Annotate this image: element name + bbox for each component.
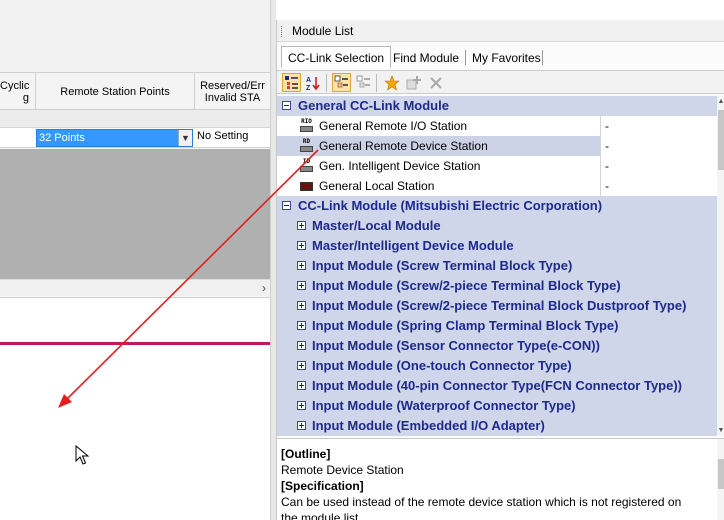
category-view-icon[interactable] [282, 73, 301, 92]
collapse-toggle-icon[interactable] [282, 201, 291, 210]
tree-subcategory[interactable]: Master/Intelligent Device Module [277, 236, 717, 256]
tree-vertical-scrollbar[interactable]: ▲ ▼ [717, 96, 724, 436]
tab-my-favorites[interactable]: My Favorites [465, 46, 548, 68]
tab-separator [542, 50, 543, 65]
module-item-intelligent-device[interactable]: ID Gen. Intelligent Device Station - [277, 156, 717, 176]
grid-header: Cyclic g Remote Station Points Reserved/… [0, 72, 270, 111]
favorite-star-icon[interactable] [382, 73, 401, 92]
expand-toggle-icon[interactable] [297, 421, 306, 430]
module-tree[interactable]: General CC-Link Module RIO General Remot… [277, 96, 717, 436]
sort-az-icon[interactable]: AZ [304, 73, 323, 92]
chevron-down-icon[interactable]: ▼ [178, 130, 192, 146]
tree-subcategory[interactable]: Master/Local Module [277, 216, 717, 236]
tab-bar: CC-Link Selection Find Module My Favorit… [277, 46, 724, 68]
expand-toggle-icon[interactable] [297, 401, 306, 410]
col-header-cyclic[interactable]: Cyclic g [0, 73, 36, 111]
outline-header: [Outline] [281, 447, 331, 461]
expand-toggle-icon[interactable] [297, 321, 306, 330]
spec-text: Can be used instead of the remote device… [281, 495, 682, 509]
tree-subcategory[interactable]: Input Module (Screw/2-piece Terminal Blo… [277, 276, 717, 296]
module-item-remote-device[interactable]: RD General Remote Device Station - [277, 136, 717, 156]
network-config-grid-pane: Cyclic g Remote Station Points Reserved/… [0, 0, 272, 520]
tree-subcategory[interactable]: Input Module (One-touch Connector Type) [277, 356, 717, 376]
collapse-icon[interactable] [354, 73, 373, 92]
toolbar-separator [326, 74, 327, 92]
tree-subcategory[interactable]: Input Module (Screw/2-piece Terminal Blo… [277, 296, 717, 316]
expand-toggle-icon[interactable] [297, 261, 306, 270]
tree-subcategory[interactable]: Input Module (Screw Terminal Block Type) [277, 256, 717, 276]
expand-toggle-icon[interactable] [297, 341, 306, 350]
module-item-local-station[interactable]: General Local Station - [277, 176, 717, 196]
remote-station-points-select[interactable]: 32 Points ▼ [36, 129, 193, 147]
collapse-toggle-icon[interactable] [282, 101, 291, 110]
local-station-module-icon [299, 179, 314, 193]
grid-subheader [0, 110, 270, 128]
grid-top-area [0, 0, 272, 72]
scroll-right-icon[interactable]: › [262, 281, 266, 295]
tab-find-module[interactable]: Find Module [386, 46, 466, 68]
panel-title: Module List [292, 24, 354, 38]
panel-title-bar[interactable]: Module List [277, 20, 724, 42]
expand-toggle-icon[interactable] [297, 221, 306, 230]
tree-subcategory[interactable]: Input Module (Waterproof Connector Type) [277, 396, 717, 416]
scroll-down-icon[interactable]: ▼ [717, 427, 724, 434]
intelligent-device-module-icon: ID [299, 159, 314, 173]
grip-icon[interactable] [281, 26, 284, 37]
add-favorite-icon[interactable] [404, 73, 423, 92]
scroll-up-icon[interactable]: ▲ [717, 98, 724, 105]
expand-icon[interactable] [332, 73, 351, 92]
module-list-toolbar: AZ [277, 70, 724, 94]
scroll-thumb[interactable] [718, 110, 724, 170]
spec-header: [Specification] [281, 479, 364, 493]
spec-text-continued: the module list. [281, 511, 362, 520]
expand-toggle-icon[interactable] [297, 301, 306, 310]
tree-category-general-cc-link[interactable]: General CC-Link Module [277, 96, 717, 116]
reserved-cell[interactable]: No Setting [197, 130, 248, 142]
expand-toggle-icon[interactable] [297, 241, 306, 250]
expand-toggle-icon[interactable] [297, 281, 306, 290]
tree-category-mitsubishi[interactable]: CC-Link Module (Mitsubishi Electric Corp… [277, 196, 717, 216]
network-diagram-area[interactable] [0, 297, 270, 520]
module-description: [Outline] Remote Device Station [Specifi… [277, 438, 724, 520]
delete-icon[interactable] [426, 73, 445, 92]
col-header-reserved[interactable]: Reserved/Err Invalid STA [195, 73, 270, 111]
tree-subcategory[interactable]: Input Module (40-pin Connector Type(FCN … [277, 376, 717, 396]
remote-device-module-icon: RD [299, 139, 314, 153]
svg-text:A: A [306, 77, 311, 84]
outline-text: Remote Device Station [281, 463, 404, 477]
col-header-remote-station-points[interactable]: Remote Station Points [36, 73, 195, 111]
description-scrollbar[interactable] [717, 439, 724, 520]
expand-toggle-icon[interactable] [297, 381, 306, 390]
expand-toggle-icon[interactable] [297, 361, 306, 370]
toolbar-separator [376, 74, 377, 92]
remote-io-module-icon: RIO [299, 119, 314, 133]
tree-subcategory[interactable]: Input Module (Spring Clamp Terminal Bloc… [277, 316, 717, 336]
network-line [0, 342, 270, 345]
horizontal-scrollbar[interactable]: › [0, 279, 270, 296]
scroll-thumb[interactable] [718, 459, 724, 489]
tree-subcategory[interactable]: Input Module (Embedded I/O Adapter) [277, 416, 717, 436]
grid-empty-area [0, 149, 270, 279]
svg-text:Z: Z [306, 85, 311, 91]
module-list-panel: Module List CC-Link Selection Find Modul… [276, 20, 724, 520]
table-row[interactable]: 32 Points ▼ No Setting [0, 128, 270, 148]
tree-subcategory[interactable]: Input Module (Sensor Connector Type(e-CO… [277, 336, 717, 356]
module-item-remote-io[interactable]: RIO General Remote I/O Station - [277, 116, 717, 136]
tab-cc-link-selection[interactable]: CC-Link Selection [281, 46, 392, 68]
